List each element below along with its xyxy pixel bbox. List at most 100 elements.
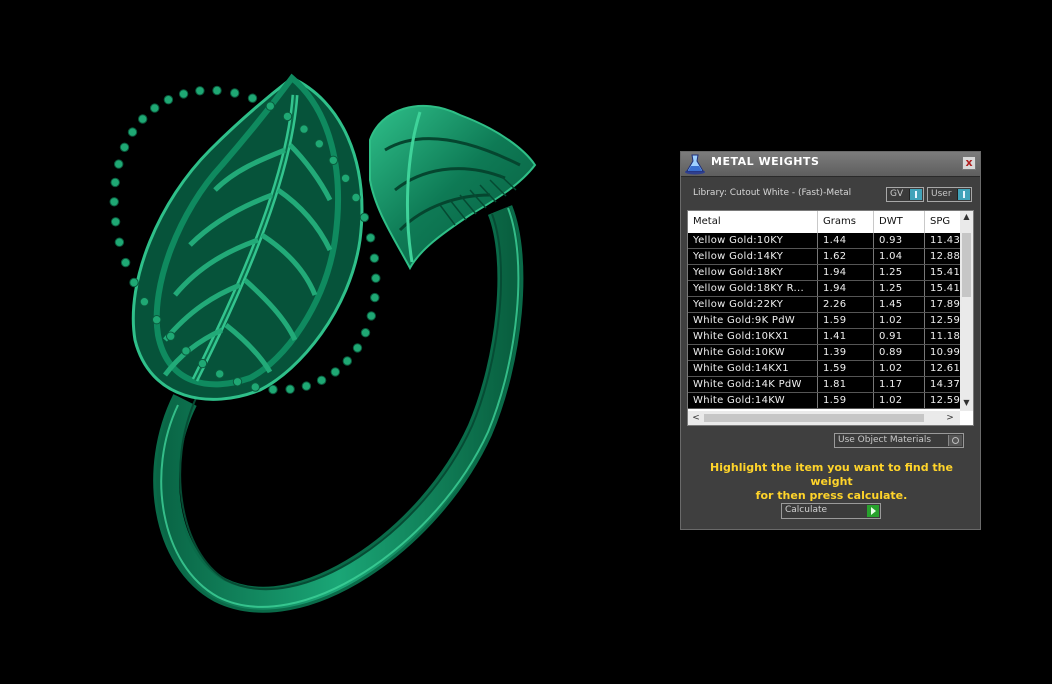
bead bbox=[328, 155, 338, 166]
table-cell: 12.61 bbox=[930, 363, 960, 374]
table-cell: Yellow Gold:10KY bbox=[688, 233, 818, 249]
flask-icon bbox=[683, 153, 707, 175]
instruction-line-2: for then press calculate. bbox=[755, 489, 908, 502]
table-row[interactable]: Yellow Gold:18KY R... 1.94 1.25 15.41 bbox=[688, 281, 960, 297]
bead bbox=[282, 111, 293, 122]
gv-toggle[interactable]: GV bbox=[886, 187, 924, 202]
table-cell: 15.41 bbox=[930, 283, 960, 294]
radio-icon[interactable] bbox=[948, 435, 962, 446]
table-cell: 1.44 bbox=[818, 233, 874, 249]
horizontal-scrollbar[interactable]: < > bbox=[688, 411, 960, 425]
table-cell: 1.94 bbox=[818, 281, 874, 297]
column-header-spg[interactable]: SPG bbox=[925, 211, 965, 233]
panel-title: METAL WEIGHTS bbox=[711, 155, 820, 168]
bead bbox=[114, 237, 125, 247]
table-row[interactable]: Yellow Gold:14KY 1.62 1.04 12.88 bbox=[688, 249, 960, 265]
use-object-materials-option[interactable]: Use Object Materials bbox=[834, 433, 964, 448]
table-row[interactable]: White Gold:14K PdW 1.81 1.17 14.37 bbox=[688, 377, 960, 393]
table-cell: 1.25 bbox=[874, 281, 925, 297]
bead bbox=[314, 139, 324, 149]
bead bbox=[250, 382, 261, 392]
table-cell: 1.62 bbox=[818, 249, 874, 265]
bead bbox=[110, 217, 121, 227]
table-row[interactable]: Yellow Gold:18KY 1.94 1.25 15.41 bbox=[688, 265, 960, 281]
scroll-up-icon[interactable]: ▲ bbox=[960, 211, 973, 223]
scroll-right-icon[interactable]: > bbox=[944, 411, 956, 425]
bead bbox=[370, 292, 380, 303]
column-header-grams[interactable]: Grams bbox=[818, 211, 874, 233]
metal-weights-panel: METAL WEIGHTS x Library: Cutout White - … bbox=[680, 151, 981, 530]
scroll-thumb[interactable] bbox=[962, 233, 971, 297]
bead bbox=[120, 257, 131, 268]
table-row[interactable]: White Gold:14KX1 1.59 1.02 12.61 bbox=[688, 361, 960, 377]
table-cell: 1.94 bbox=[818, 265, 874, 281]
table-cell: 1.59 bbox=[818, 361, 874, 377]
panel-titlebar[interactable]: METAL WEIGHTS x bbox=[681, 152, 980, 177]
user-toggle[interactable]: User bbox=[927, 187, 972, 202]
bead bbox=[299, 124, 309, 134]
table-row[interactable]: Yellow Gold:10KY 1.44 0.93 11.43 bbox=[688, 233, 960, 249]
table-cell: White Gold:14KX1 bbox=[688, 361, 818, 377]
toggle-switch-icon bbox=[909, 189, 922, 200]
row-divider bbox=[688, 408, 960, 409]
table-cell: 11.18 bbox=[930, 331, 960, 342]
table-cell: 1.39 bbox=[818, 345, 874, 361]
instruction-text: Highlight the item you want to find the … bbox=[691, 461, 972, 503]
table-cell: 15.41 bbox=[930, 267, 960, 278]
bead bbox=[365, 233, 376, 243]
bead bbox=[232, 377, 243, 387]
table-cell: 1.02 bbox=[874, 393, 925, 409]
table-cell: 12.59 bbox=[930, 315, 960, 326]
table-cell: 12.59 bbox=[930, 395, 960, 406]
bead bbox=[163, 95, 174, 105]
bead bbox=[268, 384, 278, 395]
bead bbox=[230, 88, 240, 98]
table-cell: White Gold:10KX1 bbox=[688, 329, 818, 345]
bead bbox=[247, 93, 258, 103]
table-row[interactable]: White Gold:10KW 1.39 0.89 10.99 bbox=[688, 345, 960, 361]
bead bbox=[181, 346, 191, 356]
scroll-thumb[interactable] bbox=[704, 414, 924, 422]
column-header-metal[interactable]: Metal bbox=[688, 211, 818, 233]
table-cell: 1.81 bbox=[818, 377, 874, 393]
bead bbox=[285, 384, 295, 394]
bead bbox=[110, 177, 120, 188]
table-cell: 1.59 bbox=[818, 313, 874, 329]
calculate-button[interactable]: Calculate bbox=[781, 503, 881, 519]
table-cell: 1.17 bbox=[874, 377, 925, 393]
metal-table[interactable]: Metal Grams DWT SPG Yellow Gold:10KY 1.44… bbox=[687, 210, 974, 426]
bead bbox=[369, 253, 380, 263]
scroll-left-icon[interactable]: < bbox=[690, 411, 702, 425]
table-cell: 11.43 bbox=[930, 235, 960, 246]
table-cell: Yellow Gold:14KY bbox=[688, 249, 818, 265]
bead bbox=[366, 311, 376, 321]
close-icon[interactable]: x bbox=[962, 156, 976, 170]
column-header-dwt[interactable]: DWT bbox=[874, 211, 925, 233]
vertical-scrollbar[interactable]: ▲ ▼ bbox=[960, 211, 973, 411]
library-label: Library: Cutout White - (Fast)-Metal bbox=[693, 188, 852, 198]
table-row[interactable]: White Gold:10KX1 1.41 0.91 11.18 bbox=[688, 329, 960, 345]
table-cell: 10.99 bbox=[930, 347, 960, 358]
use-object-materials-label: Use Object Materials bbox=[838, 435, 932, 445]
table-cell: Yellow Gold:18KY R... bbox=[688, 281, 818, 297]
table-cell: White Gold:10KW bbox=[688, 345, 818, 361]
table-cell: 0.91 bbox=[874, 329, 925, 345]
table-cell: 2.26 bbox=[818, 297, 874, 313]
toggle-switch-icon bbox=[957, 189, 970, 200]
ring-model[interactable] bbox=[0, 0, 680, 684]
table-cell: 1.02 bbox=[874, 313, 925, 329]
bead bbox=[215, 369, 225, 379]
3d-viewport[interactable] bbox=[0, 0, 680, 684]
table-cell: 1.25 bbox=[874, 265, 925, 281]
scroll-down-icon[interactable]: ▼ bbox=[960, 397, 973, 409]
bead bbox=[152, 315, 162, 325]
bead bbox=[301, 381, 312, 391]
table-cell: White Gold:14KW bbox=[688, 393, 818, 409]
table-row[interactable]: White Gold:14KW 1.59 1.02 12.59 bbox=[688, 393, 960, 409]
table-cell: 1.41 bbox=[818, 329, 874, 345]
table-row[interactable]: White Gold:9K PdW 1.59 1.02 12.59 bbox=[688, 313, 960, 329]
table-row[interactable]: Yellow Gold:22KY 2.26 1.45 17.89 bbox=[688, 297, 960, 313]
table-header: Metal Grams DWT SPG bbox=[688, 211, 960, 233]
bead bbox=[371, 273, 381, 283]
calculate-label: Calculate bbox=[785, 505, 828, 515]
